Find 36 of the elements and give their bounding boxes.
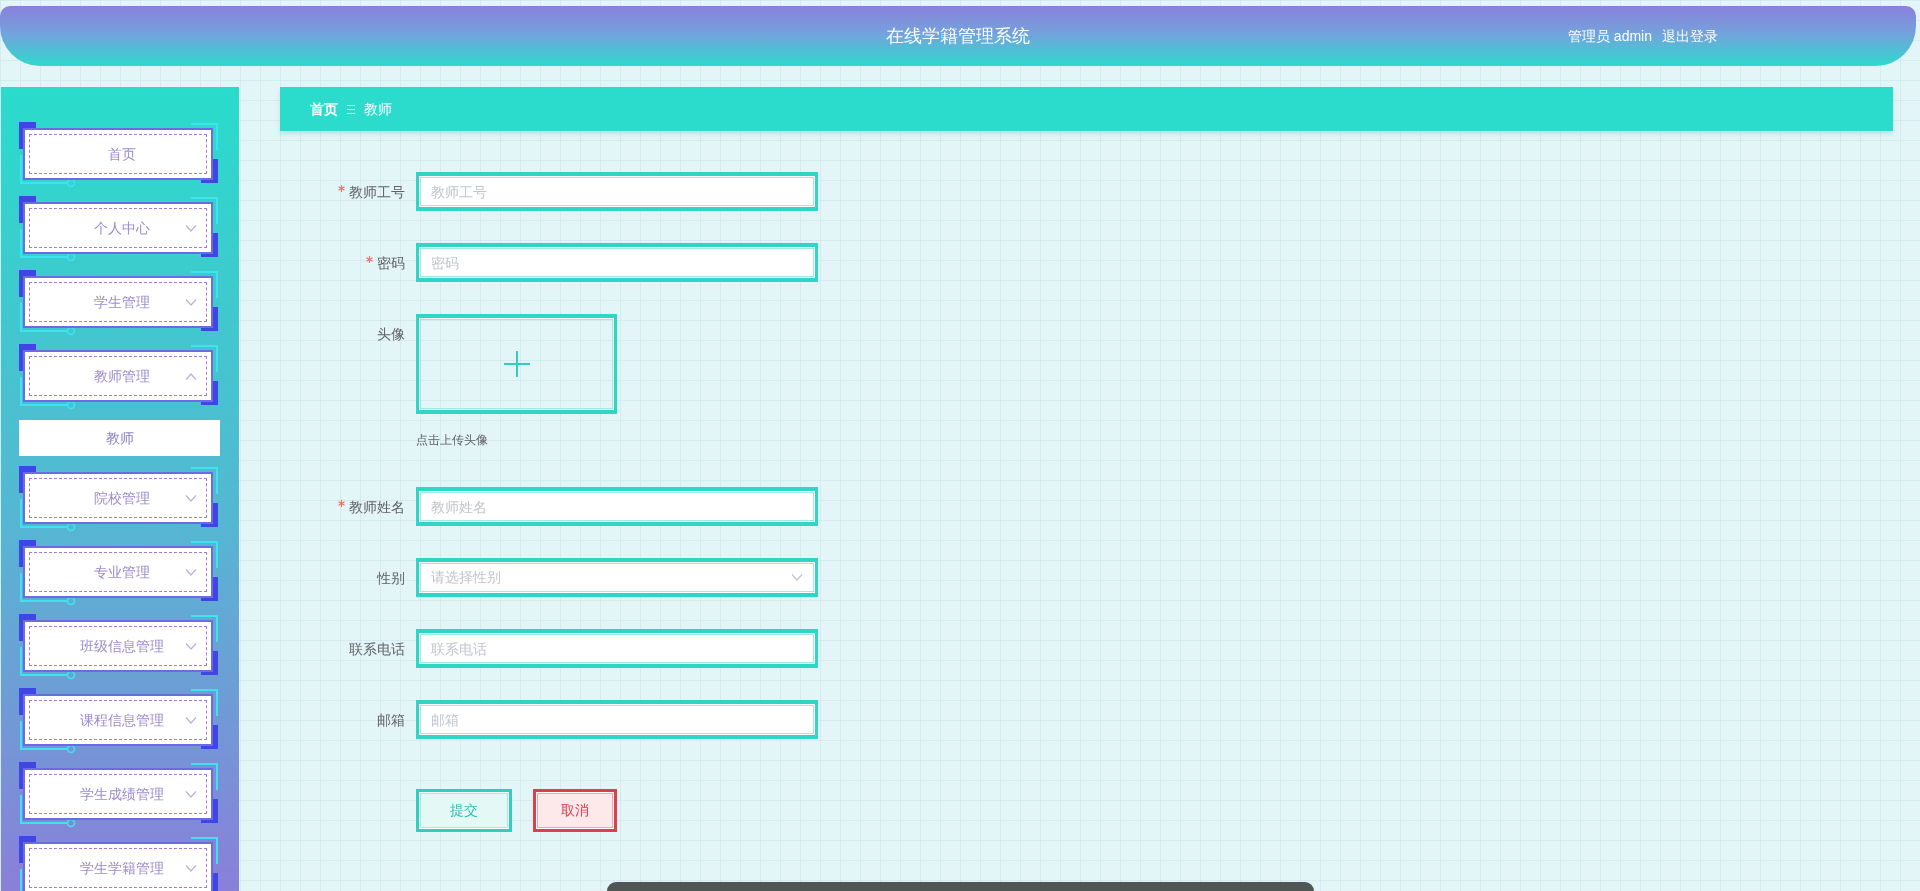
upload-box[interactable] [416, 314, 617, 414]
sidebar-menu-item[interactable]: 教师管理 [23, 350, 213, 402]
upload-hint-text: 点击上传头像 [416, 433, 489, 447]
field-label: 邮箱 [377, 710, 405, 730]
sidebar-menu-item[interactable]: 专业管理 [23, 546, 213, 598]
sidebar-menu-item[interactable]: 院校管理 [23, 472, 213, 524]
sidebar-menu-item[interactable]: 学生学籍管理 [23, 842, 213, 891]
system-title: 在线学籍管理系统 [886, 24, 1030, 48]
breadcrumb-current: 教师 [364, 99, 392, 119]
sidebar-menu-item[interactable]: 首页 [23, 128, 213, 180]
sidebar-menu-item[interactable]: 班级信息管理 [23, 620, 213, 672]
plus-icon [503, 351, 530, 377]
field-label: 密码 [377, 253, 405, 273]
text-input-field[interactable]: 教师姓名 [416, 487, 818, 526]
chevron-down-icon [791, 574, 803, 581]
text-input-field[interactable]: 教师工号 [416, 172, 818, 211]
sidebar-menu-item[interactable]: 学生管理 [23, 276, 213, 328]
sidebar-menu-item[interactable]: 个人中心 [23, 202, 213, 254]
sidebar-menu-item[interactable]: 课程信息管理 [23, 694, 213, 746]
logout-link[interactable]: 退出登录 [1662, 25, 1718, 47]
text-input-field[interactable]: 密码 [416, 243, 818, 282]
field-label: 性别 [377, 568, 405, 588]
select-field[interactable]: 请选择性别 [416, 558, 818, 597]
sidebar-menu-item[interactable]: 学生成绩管理 [23, 768, 213, 820]
field-label: 联系电话 [349, 639, 405, 659]
breadcrumb-separator-icon [347, 104, 355, 114]
field-label: 头像 [377, 325, 405, 344]
text-input-field[interactable]: 邮箱 [416, 700, 818, 739]
sidebar-submenu-item[interactable]: 教师 [19, 420, 220, 456]
text-input-field[interactable]: 联系电话 [416, 629, 818, 668]
submit-button[interactable]: 提交 [416, 789, 512, 832]
admin-user-label: 管理员 admin [1567, 26, 1652, 46]
field-label: 教师工号 [349, 182, 405, 202]
breadcrumb-home-link[interactable]: 首页 [310, 98, 338, 120]
cancel-button[interactable]: 取消 [533, 789, 617, 832]
field-label: 教师姓名 [349, 497, 405, 517]
